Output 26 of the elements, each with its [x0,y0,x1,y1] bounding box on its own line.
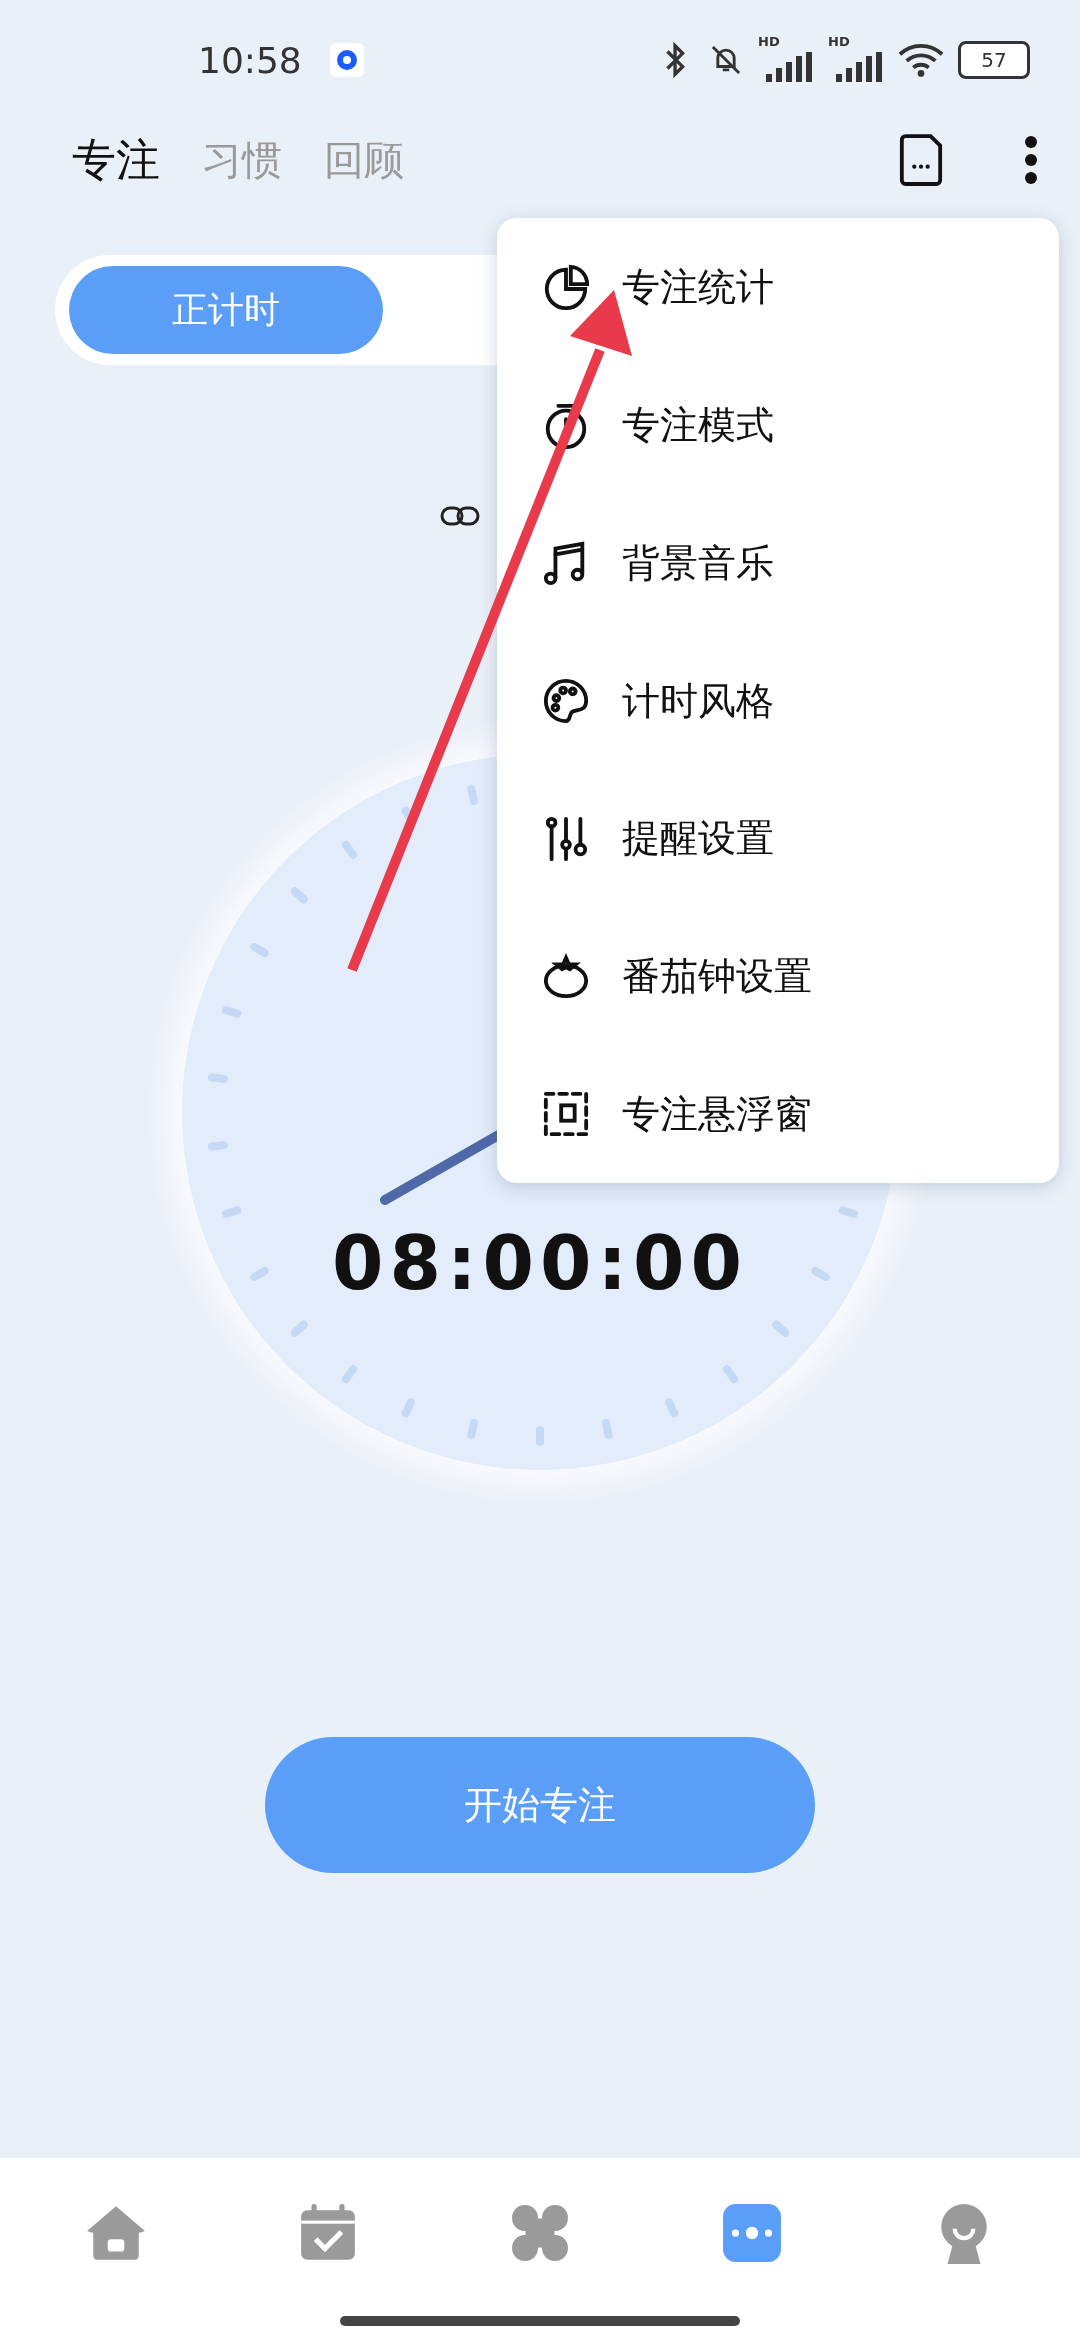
network-type-label: HD [828,34,850,49]
menu-item[interactable]: 计时风格 [497,632,1059,770]
wifi-icon [898,41,944,79]
menu-item[interactable]: 背景音乐 [497,494,1059,633]
floating-window-icon [542,1090,590,1139]
app-notification-icon [329,43,364,77]
menu-item[interactable]: 专注悬浮窗 [497,1045,1059,1184]
more-options-icon[interactable] [1024,135,1038,185]
menu-item[interactable]: 提醒设置 [497,769,1059,908]
link-icon[interactable] [440,505,480,527]
pie-chart-icon [542,263,590,312]
timer-display: 08:00:00 [331,1220,749,1306]
battery-indicator: 57 [958,41,1030,79]
status-time: 10:58 [198,39,302,81]
signal-icon [766,52,812,82]
network-type-label: HD [758,34,780,49]
palette-icon [542,677,590,725]
document-icon[interactable] [898,133,944,187]
dots-tile-icon[interactable] [721,2202,783,2264]
menu-item[interactable]: 专注统计 [497,219,1059,357]
menu-item[interactable]: 番茄钟设置 [497,907,1059,1046]
header-tab[interactable]: 专注 [72,130,160,190]
menu-item[interactable]: 专注模式 [497,356,1059,495]
four-petal-grid-icon[interactable] [509,2202,571,2264]
signal-icon [836,52,882,82]
tomato-icon [542,952,590,1001]
